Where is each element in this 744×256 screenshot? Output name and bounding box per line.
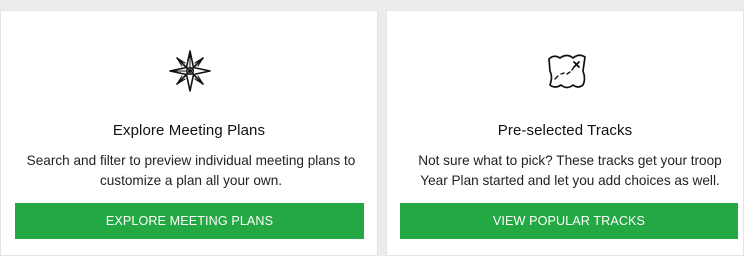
description-line: Year Plan started and let you add choice… (420, 173, 720, 188)
compass-rose-icon (168, 49, 212, 93)
description-line: Search and filter to preview individual … (26, 153, 356, 168)
description-line: Not sure what to pick? These tracks get … (418, 153, 722, 168)
page: Explore Meeting Plans Search and filter … (0, 0, 744, 256)
card-description: Search and filter to preview individual … (11, 151, 371, 191)
view-popular-tracks-button[interactable]: VIEW POPULAR TRACKS (400, 203, 738, 239)
explore-meeting-plans-card: Explore Meeting Plans Search and filter … (0, 10, 378, 256)
card-title: Pre-selected Tracks (497, 122, 633, 139)
card-description: Not sure what to pick? These tracks get … (401, 151, 739, 191)
card-title: Explore Meeting Plans (112, 122, 266, 139)
explore-meeting-plans-button[interactable]: EXPLORE MEETING PLANS (15, 203, 364, 239)
description-line: customize a plan all your own. (99, 173, 283, 188)
pre-selected-tracks-card: Pre-selected Tracks Not sure what to pic… (386, 10, 744, 256)
treasure-map-icon (545, 49, 589, 93)
